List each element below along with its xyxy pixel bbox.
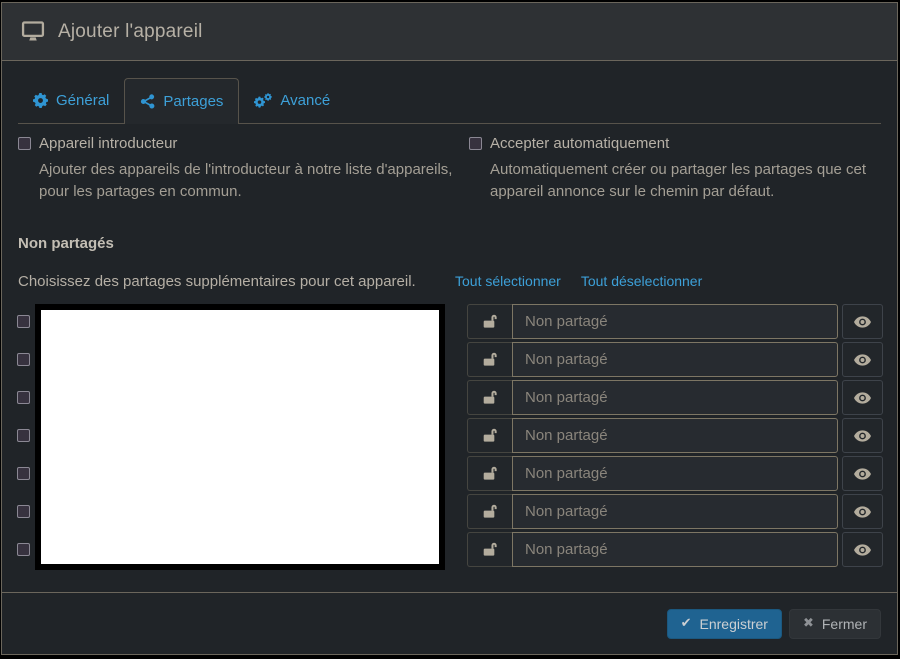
eye-button[interactable]: [842, 532, 883, 567]
deselect-all-link[interactable]: Tout déselectionner: [581, 273, 702, 289]
share-row: [467, 304, 883, 339]
introducer-help-text: Ajouter des appareils de l'introducteur …: [39, 159, 453, 203]
introducer-label: Appareil introducteur: [39, 135, 177, 152]
share-name-input[interactable]: [512, 418, 838, 453]
unlock-icon: [467, 456, 512, 491]
gear-icon: [33, 93, 48, 108]
shares-description: Choisissez des partages supplémentaires …: [18, 273, 455, 290]
unlock-icon: [467, 342, 512, 377]
gears-icon: [254, 93, 272, 108]
unlock-icon: [467, 494, 512, 529]
share-name-input[interactable]: [512, 342, 838, 377]
add-device-dialog: Ajouter l'appareil Général Partages: [1, 2, 898, 655]
share-row: [467, 456, 883, 491]
save-button-label: Enregistrer: [700, 616, 768, 632]
device-options: Appareil introducteur Ajouter des appare…: [18, 135, 881, 203]
share-checkbox[interactable]: [17, 429, 30, 442]
share-row: [467, 494, 883, 529]
tab-avance[interactable]: Avancé: [239, 78, 345, 123]
share-checkbox[interactable]: [17, 467, 30, 480]
share-row: [467, 380, 883, 415]
share-checkbox[interactable]: [17, 505, 30, 518]
unlock-icon: [467, 380, 512, 415]
check-icon: ✔: [681, 616, 692, 631]
share-checkbox[interactable]: [17, 543, 30, 556]
eye-button[interactable]: [842, 342, 883, 377]
tab-partages-label: Partages: [163, 93, 223, 110]
eye-button[interactable]: [842, 418, 883, 453]
auto-accept-label: Accepter automatiquement: [490, 135, 669, 152]
unlock-icon: [467, 304, 512, 339]
eye-button[interactable]: [842, 380, 883, 415]
eye-button[interactable]: [842, 494, 883, 529]
save-button[interactable]: ✔ Enregistrer: [667, 609, 782, 639]
share-checkbox[interactable]: [17, 391, 30, 404]
share-name-input[interactable]: [512, 380, 838, 415]
tab-partages[interactable]: Partages: [124, 78, 239, 124]
auto-accept-checkbox[interactable]: [469, 137, 482, 150]
unlock-icon: [467, 532, 512, 567]
eye-button[interactable]: [842, 456, 883, 491]
x-icon: ✖: [803, 616, 814, 631]
share-row: [467, 418, 883, 453]
unlock-icon: [467, 418, 512, 453]
introducer-checkbox[interactable]: [18, 137, 31, 150]
share-row: [467, 342, 883, 377]
desktop-icon: [21, 21, 45, 42]
tab-general[interactable]: Général: [18, 78, 124, 123]
share-checkbox[interactable]: [17, 353, 30, 366]
share-checkbox[interactable]: [17, 315, 30, 328]
dialog-footer: ✔ Enregistrer ✖ Fermer: [2, 592, 897, 654]
share-name-input[interactable]: [512, 494, 838, 529]
share-name-input[interactable]: [512, 304, 838, 339]
close-button-label: Fermer: [822, 616, 867, 632]
unshared-heading: Non partagés: [18, 235, 114, 252]
auto-accept-help-text: Automatiquement créer ou partager les pa…: [490, 159, 881, 203]
dialog-title: Ajouter l'appareil: [58, 21, 203, 43]
tab-general-label: Général: [56, 92, 109, 109]
dialog-header: Ajouter l'appareil: [2, 3, 897, 61]
share-icon: [140, 94, 155, 109]
tab-avance-label: Avancé: [280, 92, 330, 109]
share-name-input[interactable]: [512, 456, 838, 491]
select-all-link[interactable]: Tout sélectionner: [455, 273, 561, 289]
eye-button[interactable]: [842, 304, 883, 339]
close-button[interactable]: ✖ Fermer: [789, 609, 881, 639]
tab-bar: Général Partages Avancé: [18, 78, 881, 124]
share-name-input[interactable]: [512, 532, 838, 567]
redacted-share-names-overlay: [35, 304, 445, 570]
share-row: [467, 532, 883, 567]
